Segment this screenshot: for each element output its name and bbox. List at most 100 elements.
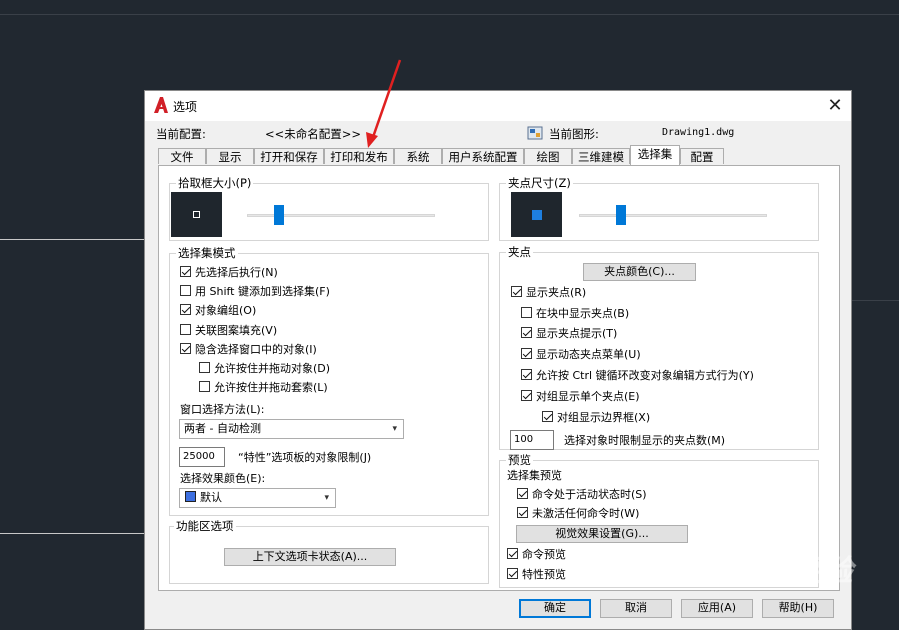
gripsize-slider-thumb[interactable]: [616, 205, 626, 225]
tab-profiles[interactable]: 配置: [680, 148, 724, 164]
selection-tab-panel: 拾取框大小(P) 选择集模式 先选择后执行(N) 用 Shift 键添加到选择集…: [158, 165, 840, 591]
checkbox-grip-tips[interactable]: 显示夹点提示(T): [521, 325, 617, 340]
checkbox-dynamic-grip-menu[interactable]: 显示动态夹点菜单(U): [521, 346, 641, 361]
checkbox-label: 未激活任何命令时(W): [532, 506, 640, 520]
selection-modes-title: 选择集模式: [176, 245, 238, 261]
checkbox-box: [180, 343, 191, 354]
ok-button[interactable]: 确定: [519, 599, 591, 618]
checkbox-box: [517, 488, 528, 499]
gripsize-group: 夹点尺寸(Z): [499, 175, 819, 241]
checkbox-box: [180, 285, 191, 296]
checkbox-label: 命令预览: [522, 547, 566, 561]
visual-effect-settings-button[interactable]: 视觉效果设置(G)...: [516, 525, 688, 543]
checkbox-label: 用 Shift 键添加到选择集(F): [195, 284, 330, 298]
grip-limit-input[interactable]: 100: [510, 430, 554, 450]
checkbox-label: 对组显示单个夹点(E): [536, 389, 640, 403]
checkbox-press-drag-object[interactable]: 允许按住并拖动对象(D): [199, 360, 330, 375]
drawing-icon: [527, 126, 543, 140]
tab-user-preferences[interactable]: 用户系统配置: [442, 148, 524, 164]
profile-label: 当前配置:: [156, 127, 206, 141]
checkbox-label: 对组显示边界框(X): [557, 410, 651, 424]
profile-value: <<未命名配置>>: [265, 127, 362, 141]
contextual-tab-states-button[interactable]: 上下文选项卡状态(A)...: [224, 548, 396, 566]
color-swatch: [185, 491, 196, 502]
canvas-gridline: [852, 300, 899, 301]
gripsize-title: 夹点尺寸(Z): [506, 175, 573, 191]
window-method-label: 窗口选择方法(L):: [180, 403, 265, 416]
checkbox-label: 在块中显示夹点(B): [536, 306, 630, 320]
cancel-button[interactable]: 取消: [600, 599, 672, 618]
checkbox-label: 命令处于活动状态时(S): [532, 487, 647, 501]
checkbox-ctrl-cycling[interactable]: 允许按 Ctrl 键循环改变对象编辑方式行为(Y): [521, 367, 754, 382]
checkbox-object-grouping[interactable]: 对象编组(O): [180, 302, 256, 317]
object-limit-label: “特性”选项板的对象限制(J): [238, 451, 372, 464]
dialog-title: 选项: [173, 100, 198, 114]
checkbox-show-grips[interactable]: 显示夹点(R): [511, 284, 586, 299]
checkbox-shift-add[interactable]: 用 Shift 键添加到选择集(F): [180, 283, 330, 298]
checkbox-box: [507, 568, 518, 579]
checkbox-label: 显示夹点提示(T): [536, 326, 618, 340]
grips-title: 夹点: [506, 244, 533, 260]
canvas-gridline: [0, 239, 144, 240]
checkbox-label: 先选择后执行(N): [195, 265, 278, 279]
checkbox-label: 对象编组(O): [195, 303, 257, 317]
window-method-select[interactable]: 两者 - 自动检测 ▾: [179, 419, 404, 439]
checkbox-box: [542, 411, 553, 422]
tab-display[interactable]: 显示: [206, 148, 254, 164]
checkbox-label: 隐含选择窗口中的对象(I): [195, 342, 317, 356]
checkbox-command-preview[interactable]: 命令预览: [507, 546, 566, 561]
checkbox-single-grip-groups[interactable]: 对组显示单个夹点(E): [521, 388, 640, 403]
ribbon-options-group: 功能区选项 上下文选项卡状态(A)...: [169, 518, 489, 584]
effect-color-value: 默认: [200, 491, 222, 504]
checkbox-label: 关联图案填充(V): [195, 323, 278, 337]
checkbox-grips-in-blocks[interactable]: 在块中显示夹点(B): [521, 305, 629, 320]
checkbox-property-preview[interactable]: 特性预览: [507, 566, 566, 581]
canvas-gridline: [0, 14, 899, 15]
checkbox-box: [521, 369, 532, 380]
checkbox-bounding-box-groups[interactable]: 对组显示边界框(X): [542, 409, 650, 424]
apply-button[interactable]: 应用(A): [681, 599, 753, 618]
ribbon-options-title: 功能区选项: [174, 518, 236, 534]
help-button[interactable]: 帮助(H): [762, 599, 834, 618]
effect-color-select[interactable]: 默认 ▾: [179, 488, 336, 508]
checkbox-command-active[interactable]: 命令处于活动状态时(S): [517, 486, 647, 501]
drawing-value: Drawing1.dwg: [662, 127, 735, 138]
checkbox-label: 允许按住并拖动对象(D): [214, 361, 331, 375]
tab-open-save[interactable]: 打开和保存: [254, 148, 324, 164]
checkbox-associative-hatch[interactable]: 关联图案填充(V): [180, 322, 277, 337]
checkbox-label: 特性预览: [522, 567, 566, 581]
checkbox-label: 显示夹点(R): [526, 285, 587, 299]
tab-3d-modeling[interactable]: 三维建模: [572, 148, 630, 164]
object-limit-input[interactable]: 25000: [179, 447, 225, 467]
checkbox-box: [521, 348, 532, 359]
checkbox-box: [521, 327, 532, 338]
checkbox-label: 允许按住并拖动套索(L): [214, 380, 328, 394]
grip-colors-button[interactable]: 夹点颜色(C)...: [583, 263, 696, 281]
checkbox-box: [180, 304, 191, 315]
checkbox-box: [180, 324, 191, 335]
checkbox-box: [521, 390, 532, 401]
checkbox-box: [517, 507, 528, 518]
pickbox-group: 拾取框大小(P): [169, 175, 489, 241]
pickbox-title: 拾取框大小(P): [176, 175, 254, 191]
checkbox-box: [180, 266, 191, 277]
selection-modes-group: 选择集模式 先选择后执行(N) 用 Shift 键添加到选择集(F) 对象编组(…: [169, 245, 489, 516]
close-button[interactable]: ✕: [823, 94, 847, 118]
pickbox-slider-thumb[interactable]: [274, 205, 284, 225]
checkbox-box: [511, 286, 522, 297]
chevron-down-icon: ▾: [392, 424, 397, 434]
checkbox-label: 显示动态夹点菜单(U): [536, 347, 641, 361]
checkbox-box: [199, 362, 210, 373]
checkbox-press-drag-lasso[interactable]: 允许按住并拖动套索(L): [199, 379, 328, 394]
checkbox-implied-window[interactable]: 隐含选择窗口中的对象(I): [180, 341, 317, 356]
tab-selection[interactable]: 选择集: [630, 145, 680, 165]
checkbox-noun-verb[interactable]: 先选择后执行(N): [180, 264, 278, 279]
tab-files[interactable]: 文件: [158, 148, 206, 164]
grips-group: 夹点 夹点颜色(C)... 显示夹点(R) 在块中显示夹点(B) 显示夹点提示(…: [499, 244, 819, 450]
preview-subtitle: 选择集预览: [507, 469, 562, 482]
preview-title: 预览: [506, 452, 533, 468]
checkbox-no-command[interactable]: 未激活任何命令时(W): [517, 505, 639, 520]
drawing-label: 当前图形:: [549, 127, 599, 141]
pickbox-preview: [171, 192, 222, 237]
tab-drafting[interactable]: 绘图: [524, 148, 572, 164]
